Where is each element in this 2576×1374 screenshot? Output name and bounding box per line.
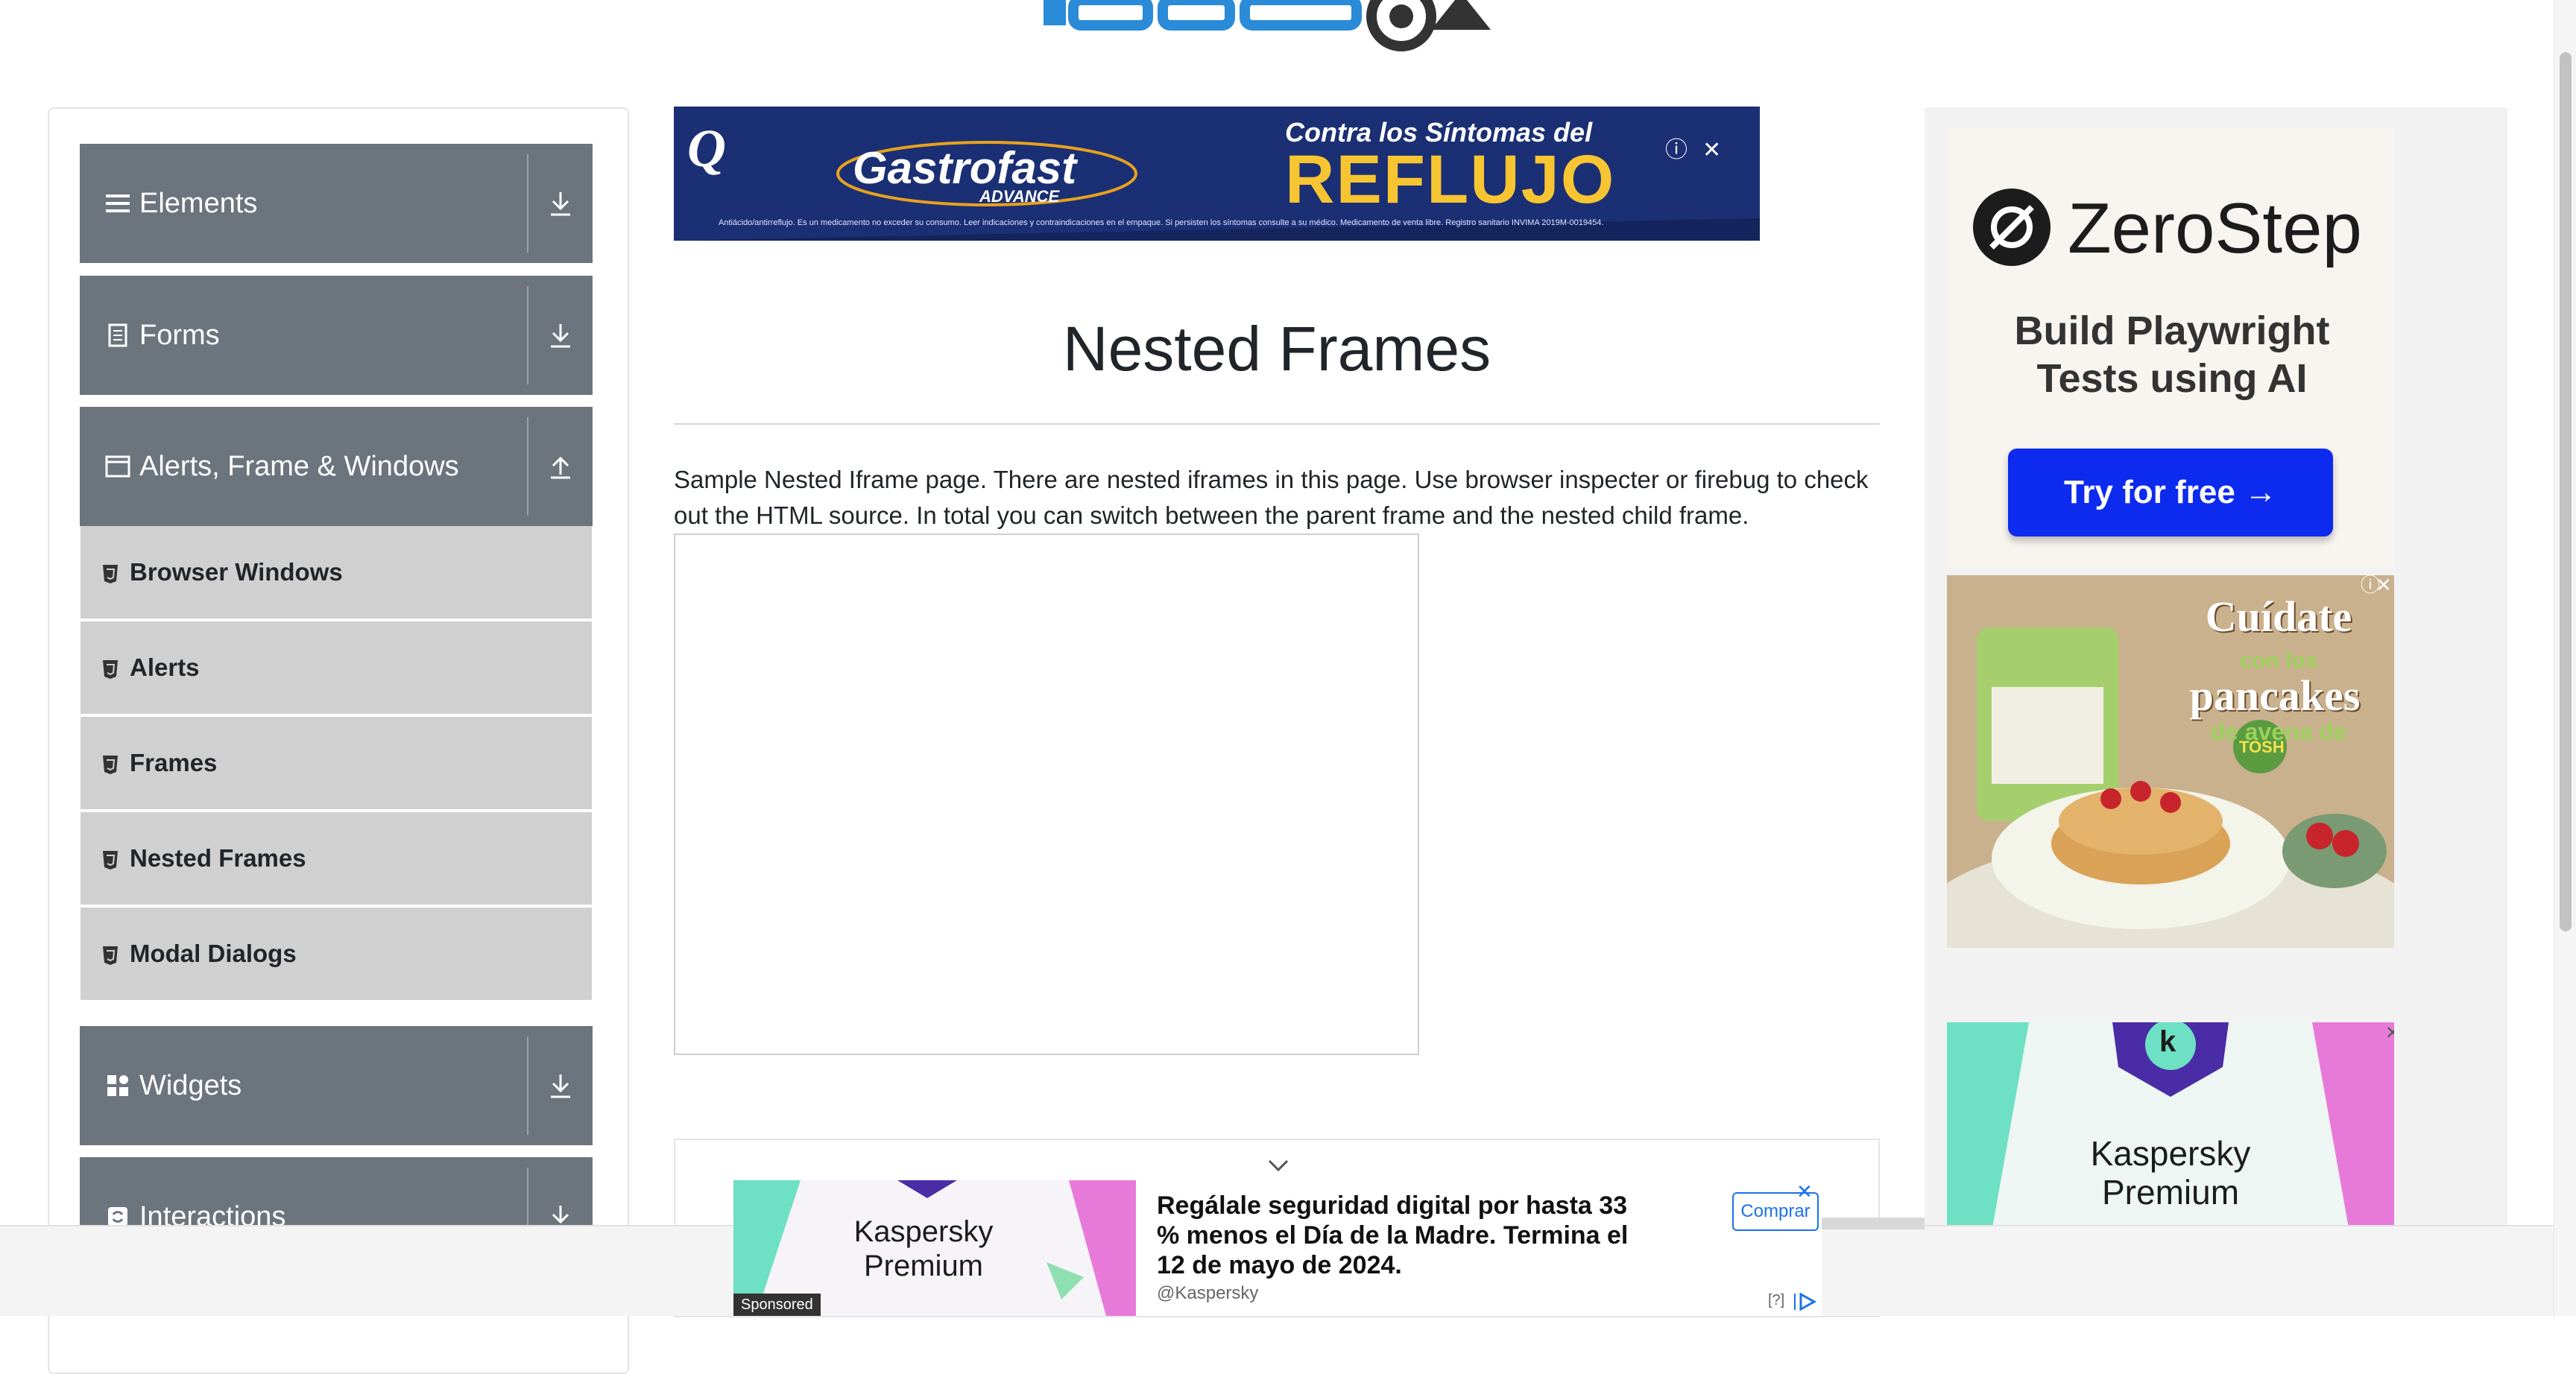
menu-item-alerts[interactable]: Alerts — [80, 621, 592, 714]
svg-text:ⓘ: ⓘ — [1665, 138, 1688, 162]
scrollbar-thumb[interactable] — [2560, 52, 2572, 931]
pancakes-brand: TOSH — [2239, 738, 2285, 756]
top-ad-banner[interactable]: Q ⓘ ✕ Gastrofast ADVANCE Contra los Sínt… — [674, 107, 1760, 241]
menu-item-label: Nested Frames — [130, 844, 306, 872]
bottom-ad-banner[interactable]: Kaspersky Premium Sponsored Regálale seg… — [733, 1180, 1822, 1316]
parent-iframe[interactable] — [674, 534, 1419, 1055]
chevron-down-icon[interactable] — [1267, 1158, 1289, 1173]
pancakes-line2: con los — [2239, 648, 2318, 673]
site-logo[interactable] — [1044, 0, 1535, 60]
group-label: Widgets — [139, 1069, 242, 1101]
bottom-ad-handle[interactable]: @Kaspersky — [1157, 1283, 1258, 1304]
svg-text:✕: ✕ — [1702, 138, 1721, 162]
menu-item-label: Browser Windows — [130, 558, 343, 586]
menu-item-nested-frames[interactable]: Nested Frames — [80, 812, 592, 905]
group-forms[interactable]: Forms — [80, 276, 593, 395]
horizontal-scrollbar[interactable] — [1820, 1218, 1925, 1229]
adchoices-icon[interactable] — [1792, 1292, 1817, 1311]
title-divider — [674, 423, 1880, 425]
document-icon — [105, 323, 130, 348]
ad-pancakes[interactable]: ⓘ ✕ Cuídate con los pancakes de avena de… — [1947, 575, 2394, 948]
ad-help-link[interactable]: [?] — [1768, 1292, 1784, 1309]
close-icon[interactable]: ✕ — [1796, 1180, 1813, 1203]
zerostep-tagline: Build Playwright Tests using AI — [2014, 308, 2330, 401]
group-elements[interactable]: Elements — [80, 144, 593, 263]
download-icon[interactable] — [527, 286, 593, 384]
html5-icon — [101, 943, 119, 965]
pancakes-line3: pancakes — [2189, 671, 2361, 720]
svg-text:✕: ✕ — [2385, 1023, 2394, 1043]
pancakes-line1: Cuídate — [2205, 592, 2352, 641]
ad-brand: Gastrofast — [853, 143, 1077, 193]
upload-icon[interactable] — [527, 417, 593, 516]
menu-item-modal-dialogs[interactable]: Modal Dialogs — [80, 908, 592, 1000]
ad-fine-print: Antiácido/antirreflujo. Es un medicament… — [719, 218, 1604, 227]
group-alerts-frame-windows[interactable]: Alerts, Frame & Windows — [80, 407, 593, 526]
hamburger-icon — [105, 191, 130, 216]
download-icon[interactable] — [527, 154, 593, 253]
bottom-ad-headline[interactable]: Regálale seguridad digital por hasta 33 … — [1157, 1191, 1634, 1280]
menu-item-label: Alerts — [130, 653, 200, 681]
group-label: Alerts, Frame & Windows — [139, 450, 459, 482]
sponsored-label: Sponsored — [733, 1294, 821, 1316]
page-title: Nested Frames — [1062, 314, 1491, 384]
menu-item-frames[interactable]: Frames — [80, 717, 592, 809]
menu-item-browser-windows[interactable]: Browser Windows — [80, 526, 592, 618]
ad-zerostep[interactable]: ZeroStep Build Playwright Tests using AI… — [1948, 128, 2394, 568]
ad-headline-big: REFLUJO — [1285, 142, 1616, 218]
zerostep-cta-button[interactable]: Try for free → — [2008, 449, 2333, 536]
window-icon — [105, 454, 130, 479]
html5-icon — [101, 657, 119, 679]
bottom-ad-product: Kaspersky Premium — [853, 1215, 994, 1282]
html5-icon — [101, 848, 119, 870]
group-label: Forms — [139, 319, 220, 351]
group-label: Elements — [139, 187, 258, 219]
html5-icon — [101, 562, 119, 583]
download-icon[interactable] — [527, 1036, 593, 1135]
svg-text:Q: Q — [687, 118, 726, 178]
zerostep-logo-icon — [1973, 189, 2051, 266]
kaspersky-logo-letter: k — [2159, 1025, 2176, 1058]
menu-item-label: Modal Dialogs — [130, 940, 297, 967]
page-description: Sample Nested Iframe page. There are nes… — [674, 466, 1869, 529]
group-widgets[interactable]: Widgets — [80, 1026, 593, 1145]
html5-icon — [101, 753, 119, 774]
menu-item-label: Frames — [130, 749, 218, 776]
grid-icon — [105, 1073, 130, 1098]
ad-brand-sub: ADVANCE — [979, 187, 1060, 206]
zerostep-brand: ZeroStep — [2068, 189, 2362, 268]
kaspersky-side-product: Kaspersky Premium — [2090, 1134, 2251, 1212]
